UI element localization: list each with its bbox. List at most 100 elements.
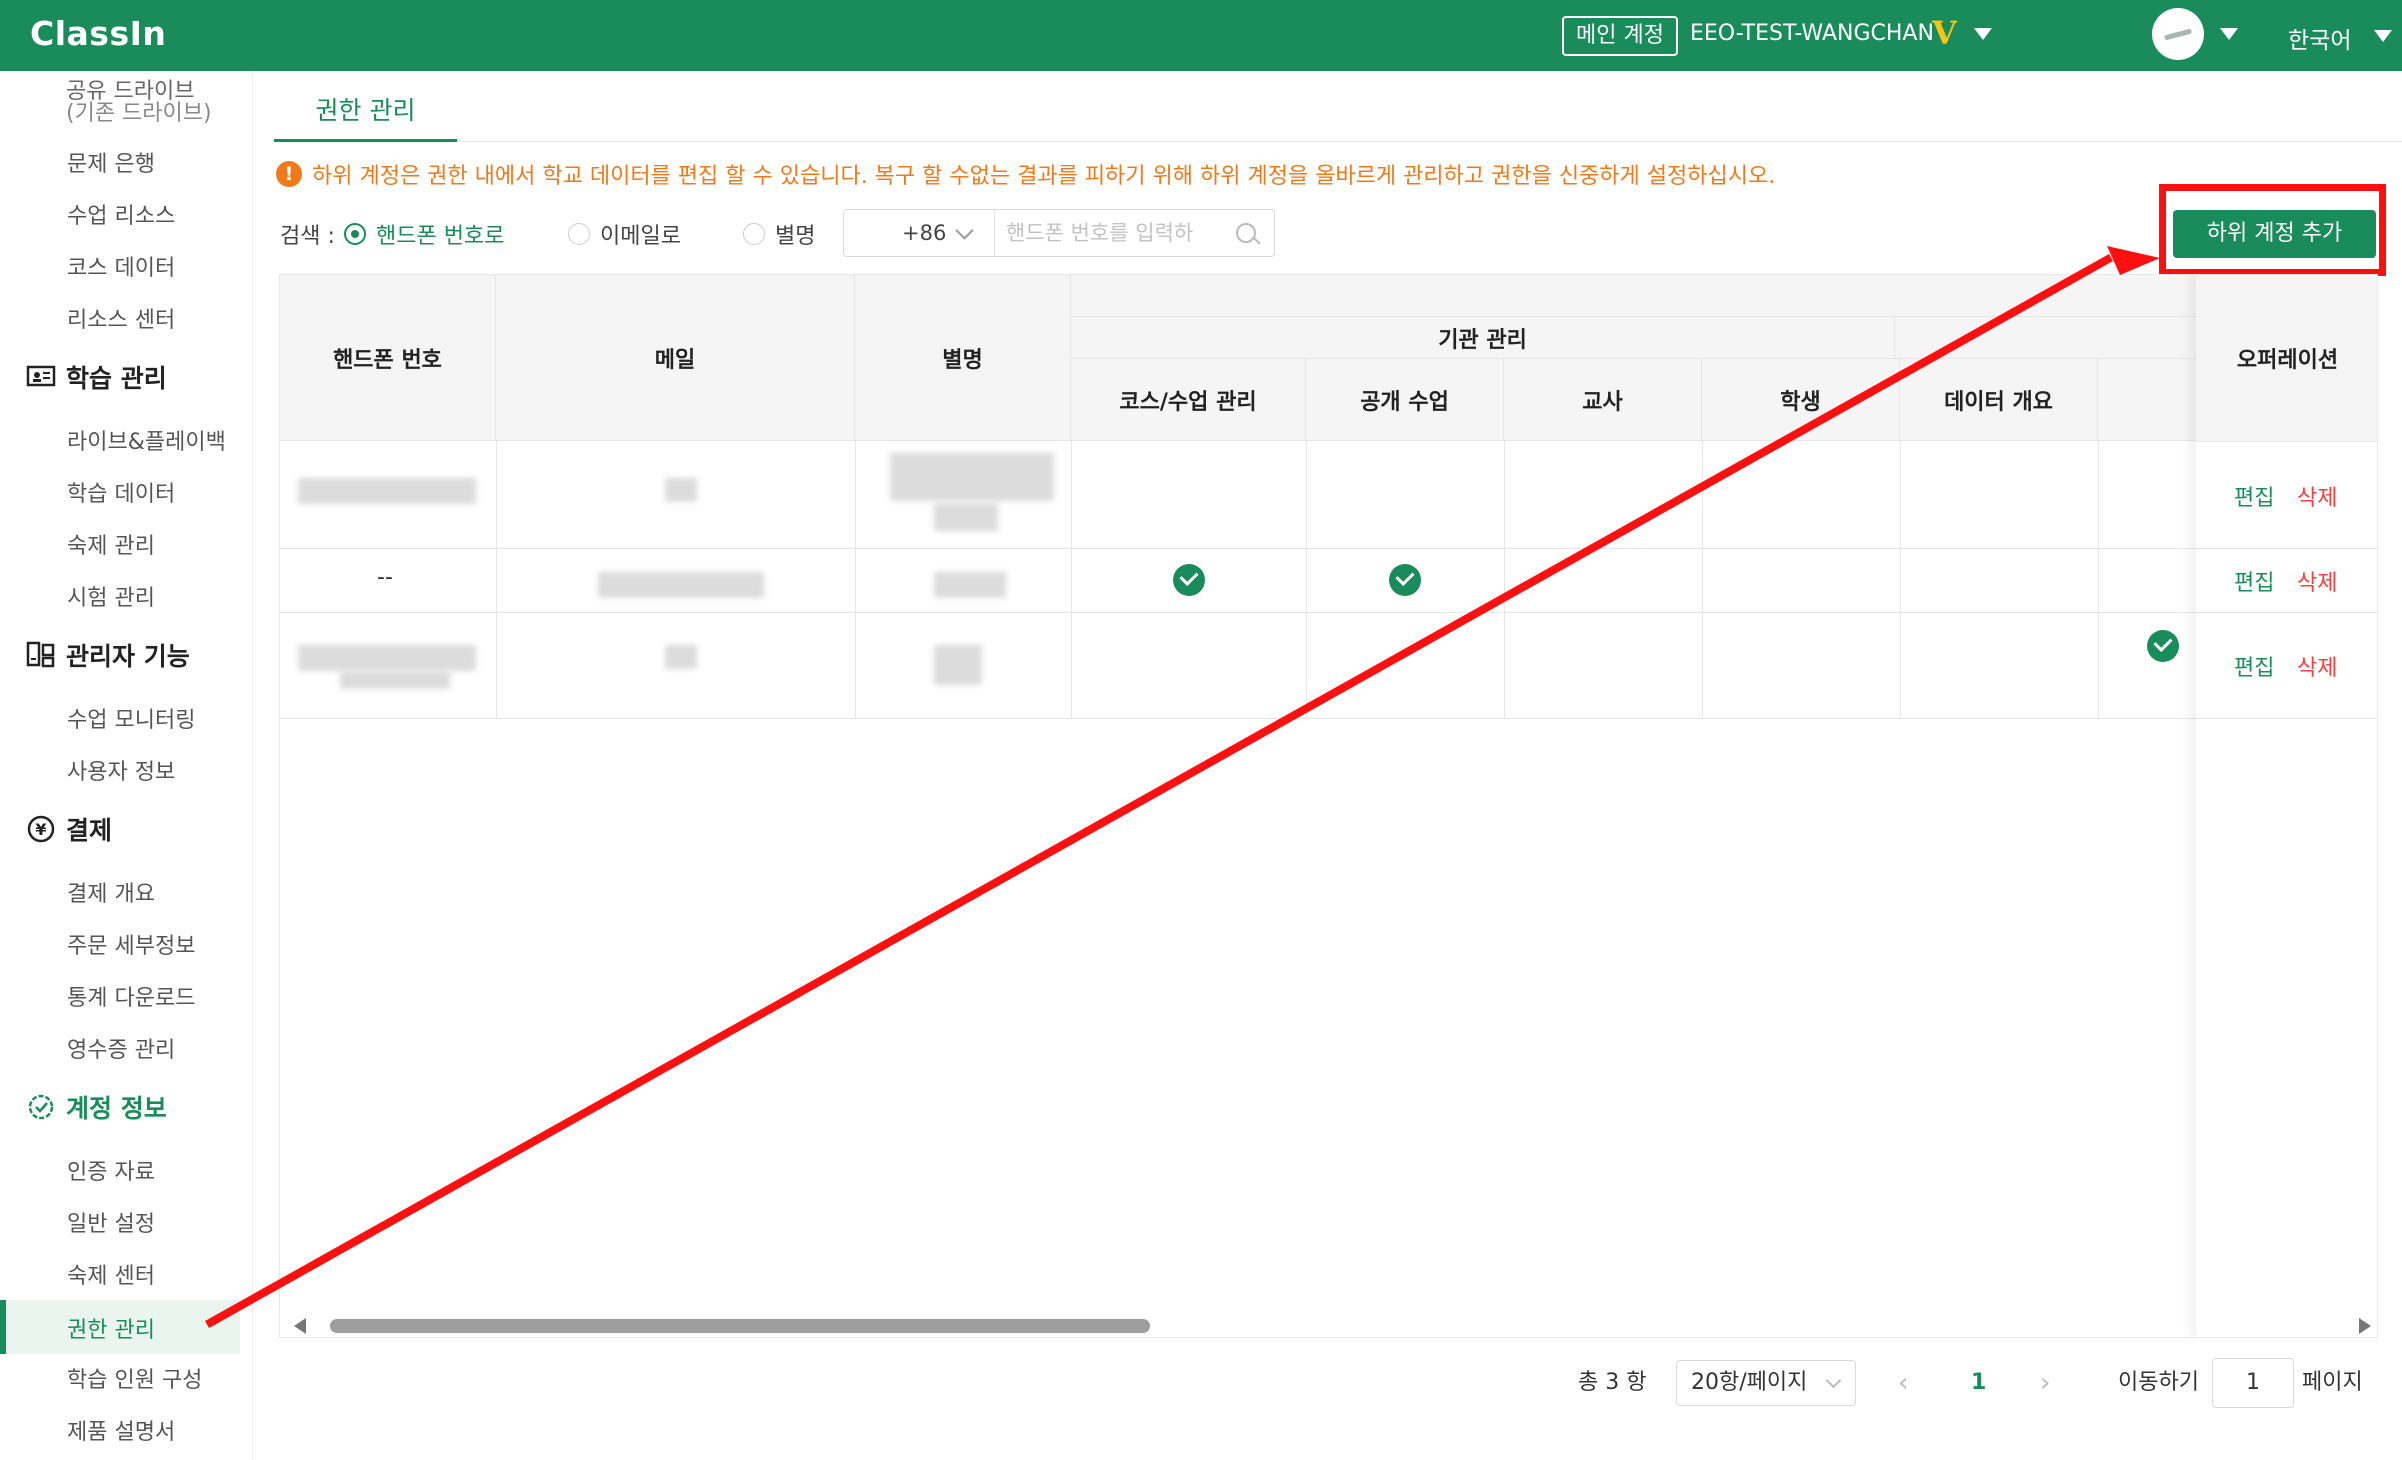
chevron-down-icon (1825, 1372, 1842, 1389)
account-name[interactable]: EEO-TEST-WANGCHAN (1690, 21, 1934, 46)
sidebar-item-user-info[interactable]: 사용자 정보 (67, 754, 175, 786)
blurred-nickname (934, 572, 1006, 598)
avatar-dropdown-icon[interactable] (2220, 28, 2238, 40)
check-circle-icon (1173, 564, 1205, 596)
radio-search-by-nickname[interactable]: 별명 (743, 214, 815, 254)
sidebar-item-live-playback[interactable]: 라이브&플레이백 (67, 424, 226, 456)
search-label: 검색 : (280, 224, 335, 249)
edit-link[interactable]: 편집 (2234, 565, 2274, 597)
language-selector[interactable]: 한국어 (2288, 21, 2351, 55)
sub-account-table: 핸드폰 번호 메일 별명 기관 관리 코스/수업 관리 공개 수업 교사 학생 … (279, 274, 2378, 1338)
sidebar-item-product-manual[interactable]: 제품 설명서 (67, 1414, 175, 1446)
scroll-right-icon[interactable] (2359, 1318, 2371, 1334)
section-learning-management[interactable]: 학습 관리 (26, 359, 167, 395)
col-header-open-class: 공개 수업 (1306, 359, 1504, 441)
page-number-current[interactable]: 1 (1971, 1360, 1986, 1406)
classin-logo[interactable]: ClassIn (30, 14, 166, 53)
prev-page-icon[interactable]: ‹ (1898, 1360, 1908, 1406)
scroll-left-icon[interactable] (294, 1318, 306, 1334)
blurred-nickname (934, 645, 982, 685)
blurred-phone (298, 478, 476, 504)
edit-link[interactable]: 편집 (2234, 480, 2274, 512)
check-circle-icon (1389, 564, 1421, 596)
page-suffix-label: 페이지 (2302, 1370, 2363, 1395)
edit-link[interactable]: 편집 (2234, 650, 2274, 682)
blurred-email (598, 572, 764, 598)
radio-search-by-email[interactable]: 이메일로 (568, 214, 681, 254)
radio-checked-icon (344, 223, 366, 245)
sidebar-item-certification[interactable]: 인증 자료 (67, 1154, 155, 1186)
scrollbar-thumb[interactable] (330, 1319, 1150, 1333)
sidebar-item-permission-management[interactable]: 권한 관리 (0, 1300, 240, 1354)
header-group-spacer (1895, 317, 2199, 359)
sidebar-item-course-data[interactable]: 코스 데이터 (67, 250, 175, 282)
page-size-select[interactable]: 20항/페이지 (1676, 1360, 1856, 1406)
sidebar-item-order-details[interactable]: 주문 세부정보 (67, 928, 195, 960)
warning-icon: ! (276, 161, 302, 187)
account-dropdown-icon[interactable] (1974, 28, 1992, 40)
col-header-phone: 핸드폰 번호 (280, 275, 496, 441)
section-payment[interactable]: ¥ 결제 (26, 811, 112, 847)
col-header-teacher: 교사 (1504, 359, 1702, 441)
country-code-select[interactable]: +86 (844, 210, 995, 256)
sidebar-item-receipt-management[interactable]: 영수증 관리 (67, 1032, 175, 1064)
blurred-email (665, 478, 697, 502)
section-account-info[interactable]: 계정 정보 (26, 1089, 167, 1125)
sidebar-item-statistics-download[interactable]: 통계 다운로드 (67, 980, 195, 1012)
radio-unchecked-icon (743, 223, 765, 245)
vip-badge-icon: V (1932, 14, 1957, 52)
col-group-institution: 기관 관리 (1071, 317, 1895, 359)
delete-link[interactable]: 삭제 (2297, 650, 2337, 682)
phone-search-group: +86 핸드폰 번호를 입력하 (843, 209, 1275, 257)
main-account-tag: 메인 계정 (1562, 16, 1678, 56)
warning-notice: ! 하위 계정은 권한 내에서 학교 데이터를 편집 할 수 있습니다. 복구 … (276, 158, 1775, 190)
operations-column: 오퍼레이션 편집 삭제 편집 삭제 편집 삭제 (2196, 275, 2377, 1337)
account-badge-icon (28, 1094, 54, 1120)
tab-permission-management[interactable]: 권한 관리 (274, 91, 457, 142)
col-header-student: 학생 (1702, 359, 1900, 441)
sidebar-item-exam-management[interactable]: 시험 관리 (67, 580, 155, 612)
col-header-course-class: 코스/수업 관리 (1071, 359, 1306, 441)
sidebar-item-learning-data[interactable]: 학습 데이터 (67, 476, 175, 508)
blurred-nickname (890, 453, 1054, 501)
goto-label: 이동하기 (2118, 1370, 2199, 1395)
sidebar-item-homework-center[interactable]: 숙제 센터 (67, 1258, 155, 1290)
blurred-phone-2 (340, 671, 450, 689)
sidebar: 공유 드라이브 (기존 드라이브) 문제 은행 수업 리소스 코스 데이터 리소… (0, 71, 253, 1460)
col-header-more (2098, 359, 2199, 441)
col-header-nickname: 별명 (855, 275, 1071, 441)
next-page-icon[interactable]: › (2040, 1360, 2050, 1406)
sidebar-item-payment-overview[interactable]: 결제 개요 (67, 876, 155, 908)
admin-tools-icon (26, 641, 55, 668)
sidebar-item-class-resources[interactable]: 수업 리소스 (67, 198, 175, 230)
delete-link[interactable]: 삭제 (2297, 480, 2337, 512)
col-header-operations: 오퍼레이션 (2196, 275, 2377, 442)
learning-board-icon (26, 365, 56, 387)
col-header-data-overview: 데이터 개요 (1900, 359, 2098, 441)
sidebar-item-question-bank[interactable]: 문제 은행 (67, 146, 155, 178)
phone-cell: -- (377, 565, 393, 590)
blurred-nickname-2 (934, 503, 998, 531)
language-dropdown-icon[interactable] (2374, 30, 2392, 42)
sidebar-item-homework-management[interactable]: 숙제 관리 (67, 528, 155, 560)
delete-link[interactable]: 삭제 (2297, 565, 2337, 597)
goto-page-input[interactable]: 1 (2212, 1358, 2294, 1408)
radio-search-by-phone[interactable]: 핸드폰 번호로 (344, 214, 504, 254)
sidebar-item-general-settings[interactable]: 일반 설정 (67, 1206, 155, 1238)
avatar[interactable] (2152, 8, 2204, 60)
section-admin-functions[interactable]: 관리자 기능 (26, 637, 190, 673)
top-bar: ClassIn 메인 계정 EEO-TEST-WANGCHAN V 한국어 (0, 0, 2402, 71)
search-icon[interactable] (1236, 223, 1256, 243)
horizontal-scrollbar[interactable] (294, 1315, 2371, 1334)
blurred-email (665, 645, 697, 669)
phone-search-input[interactable]: 핸드폰 번호를 입력하 (1006, 210, 1216, 256)
sidebar-item-resource-center[interactable]: 리소스 센터 (67, 302, 175, 334)
sidebar-item-learning-staff[interactable]: 학습 인원 구성 (67, 1362, 202, 1394)
check-circle-icon (2147, 630, 2179, 662)
yen-coin-icon: ¥ (27, 815, 55, 843)
chevron-down-icon (955, 221, 974, 240)
sidebar-item-class-monitoring[interactable]: 수업 모니터링 (67, 702, 195, 734)
sidebar-item-shared-drive[interactable]: 공유 드라이브 (기존 드라이브) (66, 81, 212, 125)
col-header-email: 메일 (496, 275, 855, 441)
svg-text:¥: ¥ (35, 820, 46, 839)
